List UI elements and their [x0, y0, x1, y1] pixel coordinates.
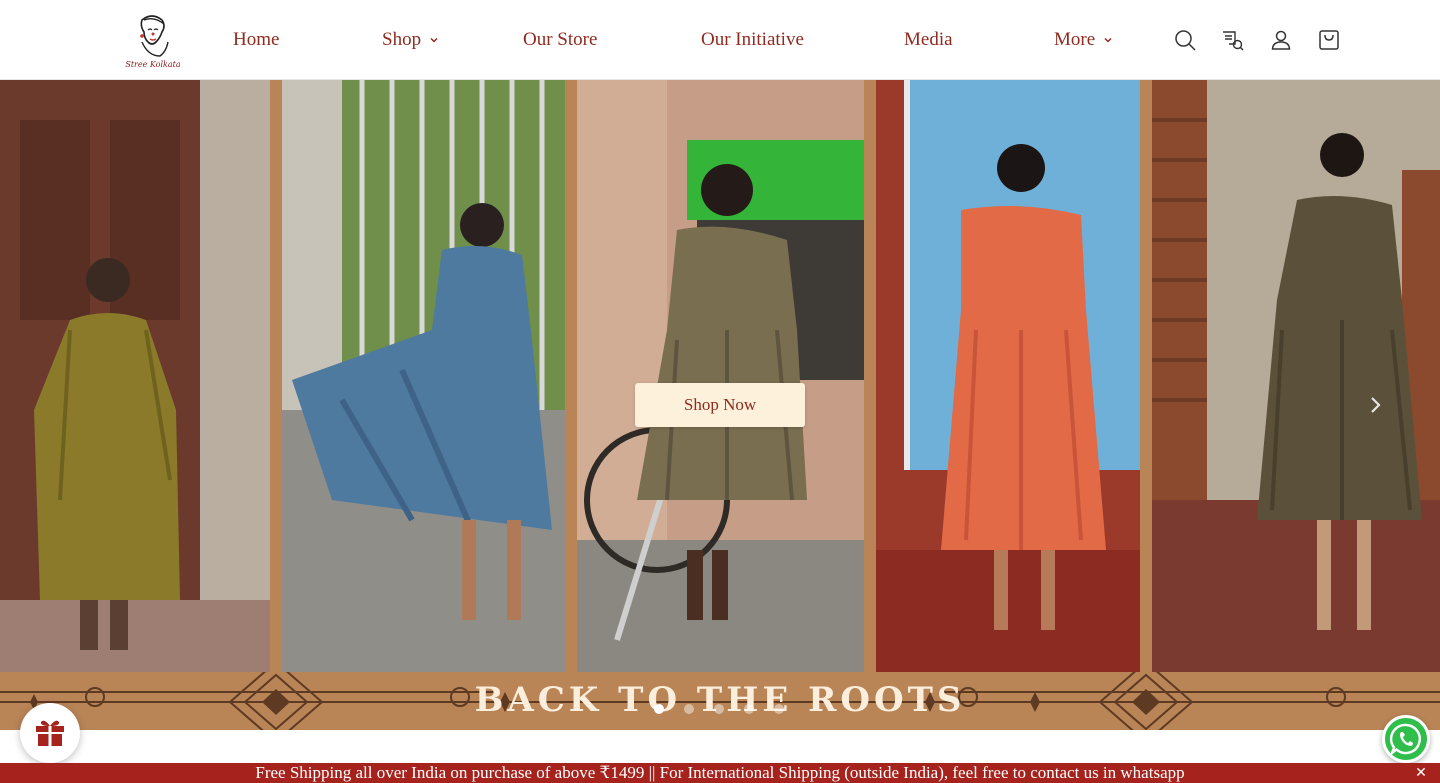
hero-photo-2 — [282, 80, 565, 672]
nav-media-label: Media — [904, 29, 953, 50]
track-order-icon[interactable] — [1221, 28, 1245, 52]
close-icon[interactable]: ✕ — [1412, 763, 1430, 783]
brand-logo-mark — [140, 15, 169, 57]
chevron-right-icon[interactable] — [1364, 392, 1388, 418]
nav-media[interactable]: Media — [904, 27, 953, 53]
cart-icon[interactable] — [1317, 28, 1341, 52]
nav-our-initiative-label: Our Initiative — [701, 29, 804, 50]
hero-photo-3 — [577, 80, 864, 672]
announcement-bar: Free Shipping all over India on purchase… — [0, 763, 1440, 783]
hero-slider: BACK TO THE ROOTS Shop Now — [0, 80, 1440, 730]
hero-photo-1 — [0, 80, 270, 672]
hero-banner-title: BACK TO THE ROOTS — [474, 680, 966, 720]
slider-dot-2[interactable] — [684, 704, 694, 714]
slider-dot-5[interactable] — [774, 704, 784, 714]
slider-pagination — [654, 704, 784, 714]
whatsapp-icon — [1389, 723, 1421, 756]
nav-home[interactable]: Home — [233, 27, 279, 53]
whatsapp-chat-button[interactable] — [1382, 715, 1430, 763]
slider-dot-1[interactable] — [654, 704, 664, 714]
announcement-text: Free Shipping all over India on purchase… — [255, 763, 1185, 782]
hero-photo-5 — [1152, 80, 1440, 672]
nav-more-label: More — [1054, 29, 1096, 50]
brand-logo-text: Stree Kolkata — [125, 60, 181, 69]
gift-icon — [36, 720, 64, 746]
brand-logo[interactable]: Stree Kolkata — [122, 12, 184, 74]
nav-shop[interactable]: Shop — [382, 27, 439, 53]
nav-more[interactable]: More — [1054, 27, 1113, 53]
search-icon[interactable] — [1173, 28, 1197, 52]
nav-our-initiative[interactable]: Our Initiative — [701, 27, 804, 53]
slider-dot-3[interactable] — [714, 704, 724, 714]
nav-our-store-label: Our Store — [523, 29, 598, 50]
site-header: Stree Kolkata Home Shop Our Store Our In… — [0, 0, 1440, 80]
nav-home-label: Home — [233, 29, 280, 50]
chevron-down-icon — [1104, 37, 1112, 43]
gift-button[interactable] — [20, 703, 80, 763]
nav-our-store[interactable]: Our Store — [523, 27, 597, 53]
slider-dot-4[interactable] — [744, 704, 754, 714]
chevron-down-icon — [430, 37, 438, 43]
shop-now-button[interactable]: Shop Now — [635, 383, 805, 427]
nav-shop-label: Shop — [382, 29, 422, 50]
hero-photo-4 — [876, 80, 1140, 672]
account-icon[interactable] — [1269, 28, 1293, 52]
